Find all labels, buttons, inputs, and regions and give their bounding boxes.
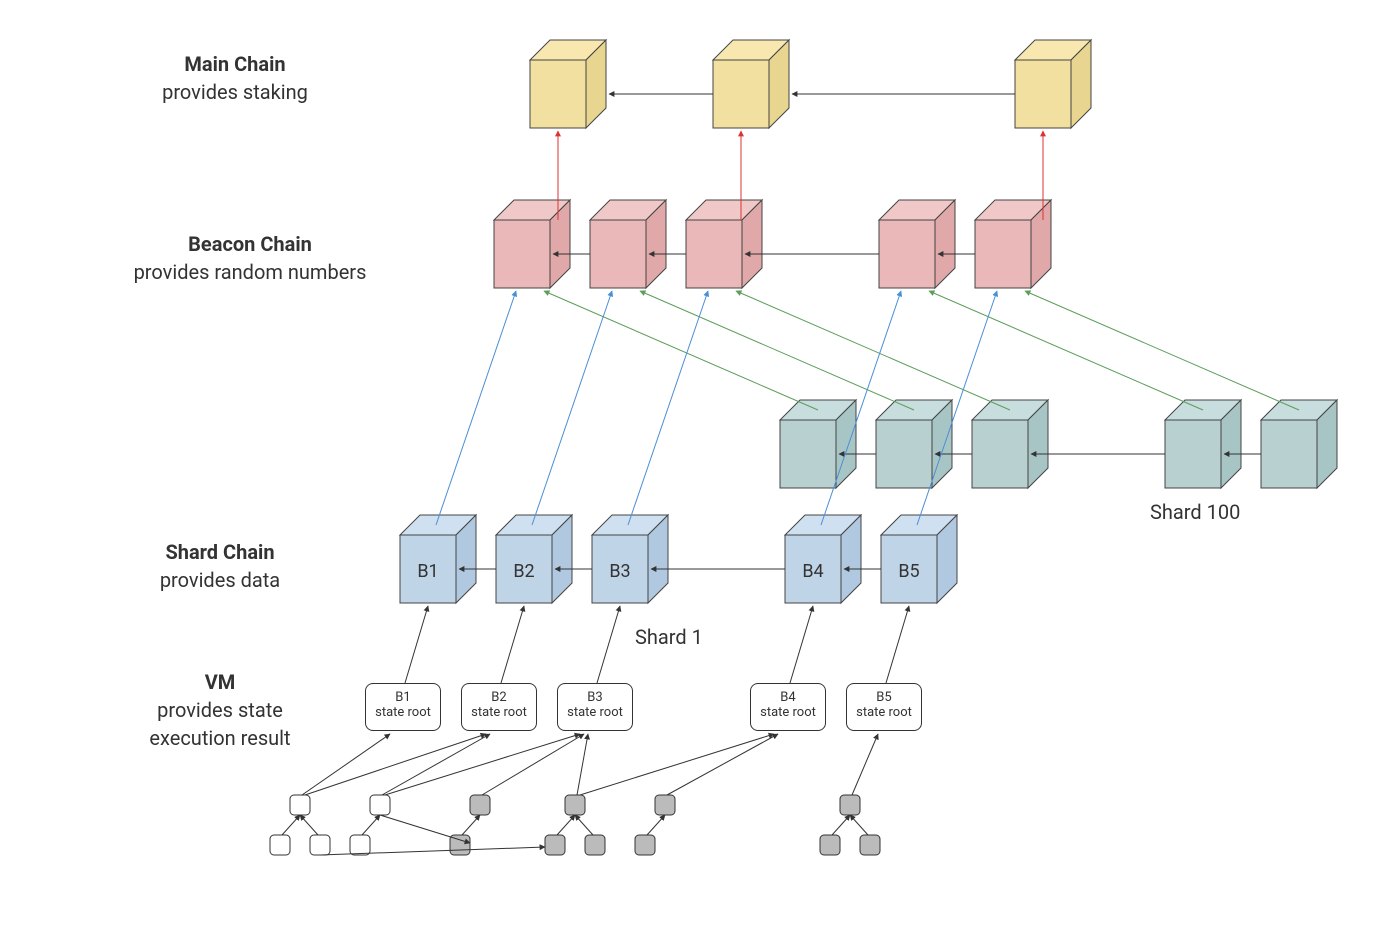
vm-title: VM: [90, 668, 350, 696]
beacon-chain-cubes: [494, 200, 1051, 288]
stateroot-b1-title: B1: [366, 690, 440, 705]
shard-chain-sub: provides data: [90, 566, 350, 594]
main-chain-label: Main Chain provides staking: [90, 50, 380, 106]
shard1-cubes: B1 B2 B3 B4 B5: [400, 515, 957, 603]
stateroot-b2-sub: state root: [471, 705, 527, 720]
shard-chain-label: Shard Chain provides data: [90, 538, 350, 594]
stateroot-b5-sub: state root: [856, 705, 912, 720]
shard1-b4-label: B4: [802, 561, 823, 582]
main-chain-sub: provides staking: [90, 78, 380, 106]
stateroot-b5-title: B5: [847, 690, 921, 705]
shard1-b3-label: B3: [609, 561, 630, 582]
shard-chain-title: Shard Chain: [90, 538, 350, 566]
stateroot-b1: B1 state root: [365, 683, 441, 731]
shard1-b1-label: B1: [417, 561, 438, 582]
stateroot-b4-title: B4: [751, 690, 825, 705]
vm-sub: provides state: [90, 696, 350, 724]
stateroot-b3-sub: state root: [567, 705, 623, 720]
stateroot-b2: B2 state root: [461, 683, 537, 731]
stateroot-b1-sub: state root: [375, 705, 431, 720]
main-chain-title: Main Chain: [90, 50, 380, 78]
diagram-svg: B1 B2 B3 B4 B5: [20, 20, 1395, 912]
stateroot-b4-sub: state root: [760, 705, 816, 720]
beacon-chain-title: Beacon Chain: [90, 230, 410, 258]
beacon-chain-label: Beacon Chain provides random numbers: [90, 230, 410, 286]
stateroot-b3-title: B3: [558, 690, 632, 705]
stateroot-b3: B3 state root: [557, 683, 633, 731]
stateroot-b5: B5 state root: [846, 683, 922, 731]
shard1-b5-label: B5: [898, 561, 919, 582]
main-chain-cubes: [530, 40, 1091, 128]
vm-label: VM provides state execution result: [90, 668, 350, 752]
stateroot-b4: B4 state root: [750, 683, 826, 731]
shard1-b2-label: B2: [513, 561, 534, 582]
stateroot-b2-title: B2: [462, 690, 536, 705]
vm-nodes: [270, 795, 880, 855]
vm-sub2: execution result: [90, 724, 350, 752]
beacon-chain-sub: provides random numbers: [90, 258, 410, 286]
shard100-label: Shard 100: [1150, 500, 1240, 524]
diagram-canvas: B1 B2 B3 B4 B5: [20, 20, 1395, 912]
shard1-label: Shard 1: [635, 625, 703, 649]
shard100-cubes: [780, 400, 1337, 488]
